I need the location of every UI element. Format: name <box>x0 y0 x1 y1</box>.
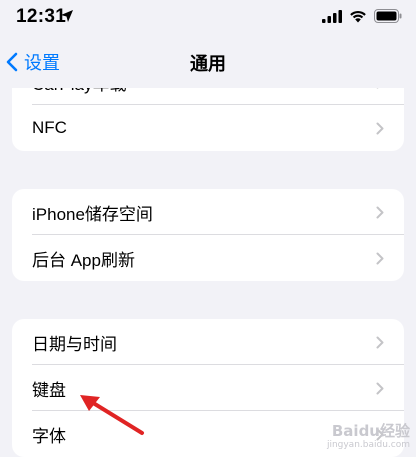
navigation-bar: 设置 通用 <box>0 36 416 88</box>
chevron-right-icon <box>376 122 384 135</box>
status-time: 12:31 <box>16 6 67 27</box>
page-title: 通用 <box>190 54 226 74</box>
chevron-right-icon <box>376 252 384 265</box>
list-item-background-refresh[interactable]: 后台 App刷新 <box>12 235 404 281</box>
list-item-label: 日期与时间 <box>32 334 117 354</box>
location-arrow-icon <box>61 10 73 22</box>
list-item-iphone-storage[interactable]: iPhone储存空间 <box>12 189 404 235</box>
status-bar: 12:31 <box>0 0 416 36</box>
wifi-icon <box>350 10 366 22</box>
list-item-date-time[interactable]: 日期与时间 <box>12 319 404 365</box>
settings-group-2: iPhone储存空间 后台 App刷新 <box>12 189 404 281</box>
list-item-label: NFC <box>32 118 67 137</box>
status-icons <box>322 9 402 23</box>
list-item-label: 字体 <box>32 426 66 446</box>
list-item-label: 后台 App刷新 <box>32 250 135 270</box>
list-item-keyboard[interactable]: 键盘 <box>12 365 404 411</box>
watermark: Baidu经验 jingyan.baidu.com <box>327 424 410 450</box>
chevron-right-icon <box>376 382 384 395</box>
annotation-arrow-icon <box>80 395 144 435</box>
watermark-url: jingyan.baidu.com <box>326 440 410 450</box>
battery-icon <box>374 9 402 23</box>
chevron-right-icon <box>376 206 384 219</box>
watermark-logo: Baidu经验 <box>331 422 410 440</box>
list-item-label: 键盘 <box>32 380 66 400</box>
chevron-right-icon <box>376 336 384 349</box>
cellular-signal-icon <box>322 9 342 23</box>
list-item-label: iPhone储存空间 <box>32 204 153 224</box>
list-item-nfc[interactable]: NFC <box>12 105 404 151</box>
